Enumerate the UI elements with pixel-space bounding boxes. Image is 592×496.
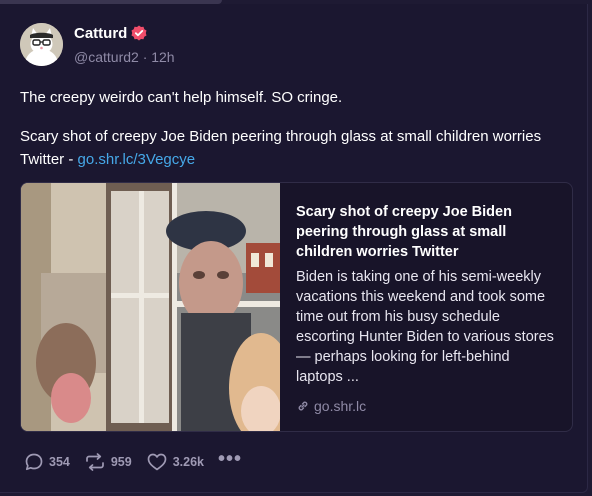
avatar[interactable] [20,23,63,66]
author-name[interactable]: Catturd [74,25,127,42]
repost-count: 959 [110,455,132,469]
post-link[interactable]: go.shr.lc/3Vegcye [78,151,196,168]
link-icon [298,401,308,411]
like-count: 3.26k [172,455,204,469]
author-handle-timestamp[interactable]: @catturd2 · 12h [74,49,175,65]
preview-photo [21,183,280,431]
link-preview-title[interactable]: Scary shot of creepy Joe Biden peering t… [296,202,546,262]
like-icon [147,453,167,471]
avatar-image [20,23,63,66]
more-options-icon[interactable]: ••• [218,449,242,469]
link-preview-domain-text: go.shr.lc [314,398,367,414]
reply-icon [25,453,43,471]
repost-icon [86,453,104,471]
reply-button[interactable]: 354 [24,452,70,472]
reply-count: 354 [49,455,70,469]
post-text-paragraph: Scary shot of creepy Joe Biden peering t… [20,125,560,171]
link-preview-domain[interactable]: go.shr.lc [296,398,366,414]
link-preview-image[interactable] [21,183,280,431]
link-preview-description: Biden is taking one of his semi-weekly v… [296,269,554,385]
verified-badge-icon [131,25,147,41]
post-card: Catturd @catturd2 · 12h The creepy weird… [0,4,588,493]
post-actions-bar: 354 959 3.26k ••• [24,449,256,472]
post-text-line: The creepy weirdo can't help himself. SO… [20,89,343,106]
like-button[interactable]: 3.26k [146,452,204,472]
link-preview-card[interactable]: Scary shot of creepy Joe Biden peering t… [20,182,573,432]
repost-button[interactable]: 959 [84,452,132,472]
